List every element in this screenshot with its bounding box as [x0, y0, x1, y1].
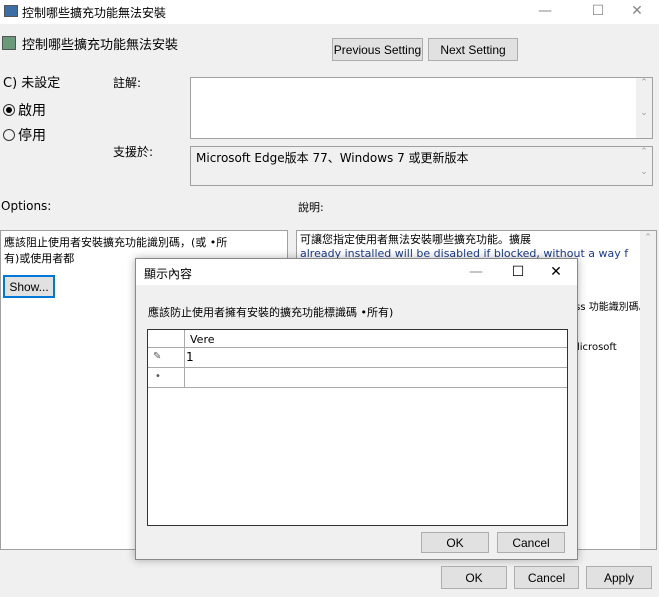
- grid-cell-value[interactable]: 1: [186, 350, 194, 364]
- policy-icon: [4, 5, 18, 17]
- setting-icon: [2, 36, 16, 50]
- enabled-label: 啟用: [18, 103, 46, 119]
- supported-label: 支援於:: [113, 145, 154, 159]
- new-row-icon: •: [155, 371, 161, 382]
- help-scrollbar[interactable]: ⌃: [640, 231, 656, 549]
- help-text-line: 可讓您指定使用者無法安裝哪些擴充功能。擴展: [300, 233, 531, 246]
- dialog-ok-button[interactable]: OK: [421, 532, 489, 553]
- options-label: Options:: [1, 199, 52, 213]
- radio-disabled[interactable]: 停用: [3, 125, 46, 145]
- radio-unselected-icon: [3, 129, 15, 141]
- comment-scrollbar[interactable]: ⌃ ⌄: [636, 78, 652, 138]
- not-configured-label: 未設定: [21, 76, 61, 91]
- radio-not-configured[interactable]: C) 未設定: [3, 72, 60, 91]
- ok-button[interactable]: OK: [441, 566, 507, 589]
- supported-on-field: Microsoft Edge版本 77、Windows 7 或更新版本 ⌃ ⌄: [190, 146, 653, 186]
- pencil-icon: ✎: [153, 351, 162, 362]
- minimize-button[interactable]: —: [525, 0, 565, 22]
- disabled-label: 停用: [18, 128, 46, 144]
- grid-row-header-divider: [184, 330, 185, 388]
- dialog-title: 顯示內容: [144, 267, 193, 281]
- grid-column-header[interactable]: Vere: [190, 333, 215, 346]
- close-button[interactable]: ✕: [617, 0, 657, 22]
- radio-enabled[interactable]: 啟用: [3, 100, 46, 120]
- grid-row[interactable]: •: [148, 368, 567, 388]
- dialog-minimize-button[interactable]: —: [456, 261, 496, 283]
- dialog-title-bar: 顯示內容 — ☐ ✕: [136, 259, 577, 285]
- radio-selected-icon: [3, 104, 15, 116]
- next-setting-button[interactable]: Next Setting: [428, 38, 518, 61]
- comment-textarea[interactable]: ⌃ ⌄: [190, 77, 653, 139]
- grid-header-row: Vere: [148, 330, 567, 348]
- show-button[interactable]: Show...: [3, 275, 55, 298]
- help-label: 說明:: [298, 201, 324, 214]
- show-contents-dialog: 顯示內容 — ☐ ✕ 應該防止使用者擁有安裝的擴充功能標識碼 •所有) Vere…: [135, 258, 578, 560]
- supported-value: Microsoft Edge版本 77、Windows 7 或更新版本: [196, 151, 469, 165]
- supported-scrollbar[interactable]: ⌃ ⌄: [636, 147, 652, 185]
- grid-row[interactable]: ✎ 1: [148, 348, 567, 368]
- window-title: 控制哪些擴充功能無法安裝: [22, 6, 167, 20]
- comment-label: 註解:: [113, 76, 142, 90]
- apply-button[interactable]: Apply: [586, 566, 652, 589]
- dialog-cancel-button[interactable]: Cancel: [497, 532, 565, 553]
- dialog-label: 應該防止使用者擁有安裝的擴充功能標識碼 •所有): [148, 306, 394, 319]
- help-text-line: ess 功能識別碼。: [569, 302, 649, 313]
- help-text-line: licrosoft: [577, 342, 617, 353]
- values-grid: Vere ✎ 1 •: [147, 329, 568, 526]
- dialog-close-button[interactable]: ✕: [536, 261, 576, 283]
- setting-title: 控制哪些擴充功能無法安裝: [22, 38, 179, 53]
- maximize-button[interactable]: ☐: [578, 0, 618, 22]
- dialog-maximize-button[interactable]: ☐: [498, 261, 538, 283]
- cancel-button[interactable]: Cancel: [514, 566, 579, 589]
- title-bar: 控制哪些擴充功能無法安裝 — ☐ ✕: [0, 0, 659, 24]
- previous-setting-button[interactable]: Previous Setting: [332, 38, 423, 61]
